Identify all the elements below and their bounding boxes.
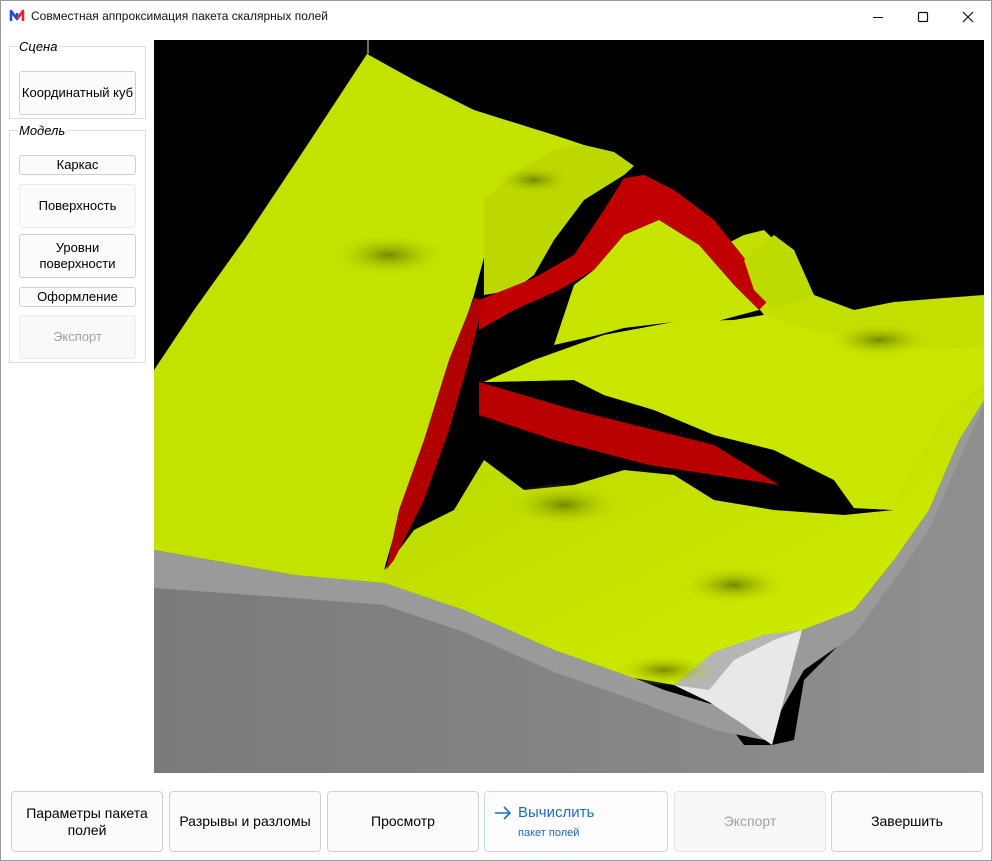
dip-marker-3 bbox=[824, 322, 934, 358]
close-button[interactable] bbox=[945, 1, 991, 32]
title-bar[interactable]: Совместная аппроксимация пакета скалярны… bbox=[1, 1, 991, 32]
dip-marker-4 bbox=[504, 483, 624, 527]
field-params-button[interactable]: Параметры пакета полей bbox=[11, 791, 163, 852]
view-button[interactable]: Просмотр bbox=[327, 791, 479, 852]
minimize-icon bbox=[873, 16, 883, 18]
model-export-button[interactable]: Экспорт bbox=[19, 315, 136, 359]
compute-label: Вычислить bbox=[518, 804, 595, 821]
scene-legend: Сцена bbox=[19, 39, 58, 54]
3d-viewport[interactable] bbox=[154, 40, 984, 773]
surface-render bbox=[154, 40, 984, 773]
surface-button[interactable]: Поверхность bbox=[19, 184, 136, 228]
main-window: Совместная аппроксимация пакета скалярны… bbox=[0, 0, 992, 861]
compute-sublabel: пакет полей bbox=[518, 827, 580, 839]
frame-button[interactable]: Каркас bbox=[19, 155, 136, 175]
export-button[interactable]: Экспорт bbox=[674, 791, 826, 852]
compute-button[interactable]: Вычислить пакет полей bbox=[484, 791, 668, 852]
minimize-button[interactable] bbox=[855, 1, 901, 32]
maximize-icon bbox=[917, 11, 929, 22]
dip-marker-2 bbox=[494, 165, 574, 195]
coord-cube-button[interactable]: Координатный куб bbox=[19, 71, 136, 115]
design-button[interactable]: Оформление bbox=[19, 287, 136, 307]
window-title: Совместная аппроксимация пакета скалярны… bbox=[31, 9, 329, 23]
dip-marker-6 bbox=[614, 654, 714, 686]
model-group: Модель Каркас Поверхность Уровни поверхн… bbox=[9, 123, 146, 363]
close-icon bbox=[962, 11, 974, 22]
scene-group: Сцена Координатный куб bbox=[9, 39, 146, 119]
bottom-toolbar: Параметры пакета полей Разрывы и разломы… bbox=[1, 781, 991, 860]
faults-button[interactable]: Разрывы и разломы bbox=[169, 791, 321, 852]
maximize-button[interactable] bbox=[900, 1, 946, 32]
model-legend: Модель bbox=[19, 123, 66, 138]
app-logo-icon bbox=[9, 9, 25, 21]
arrow-right-icon bbox=[495, 806, 512, 820]
dip-marker-1 bbox=[329, 233, 449, 277]
finish-button[interactable]: Завершить bbox=[831, 791, 983, 852]
dip-marker-5 bbox=[679, 565, 789, 605]
surface-levels-button[interactable]: Уровни поверхности bbox=[19, 234, 136, 278]
